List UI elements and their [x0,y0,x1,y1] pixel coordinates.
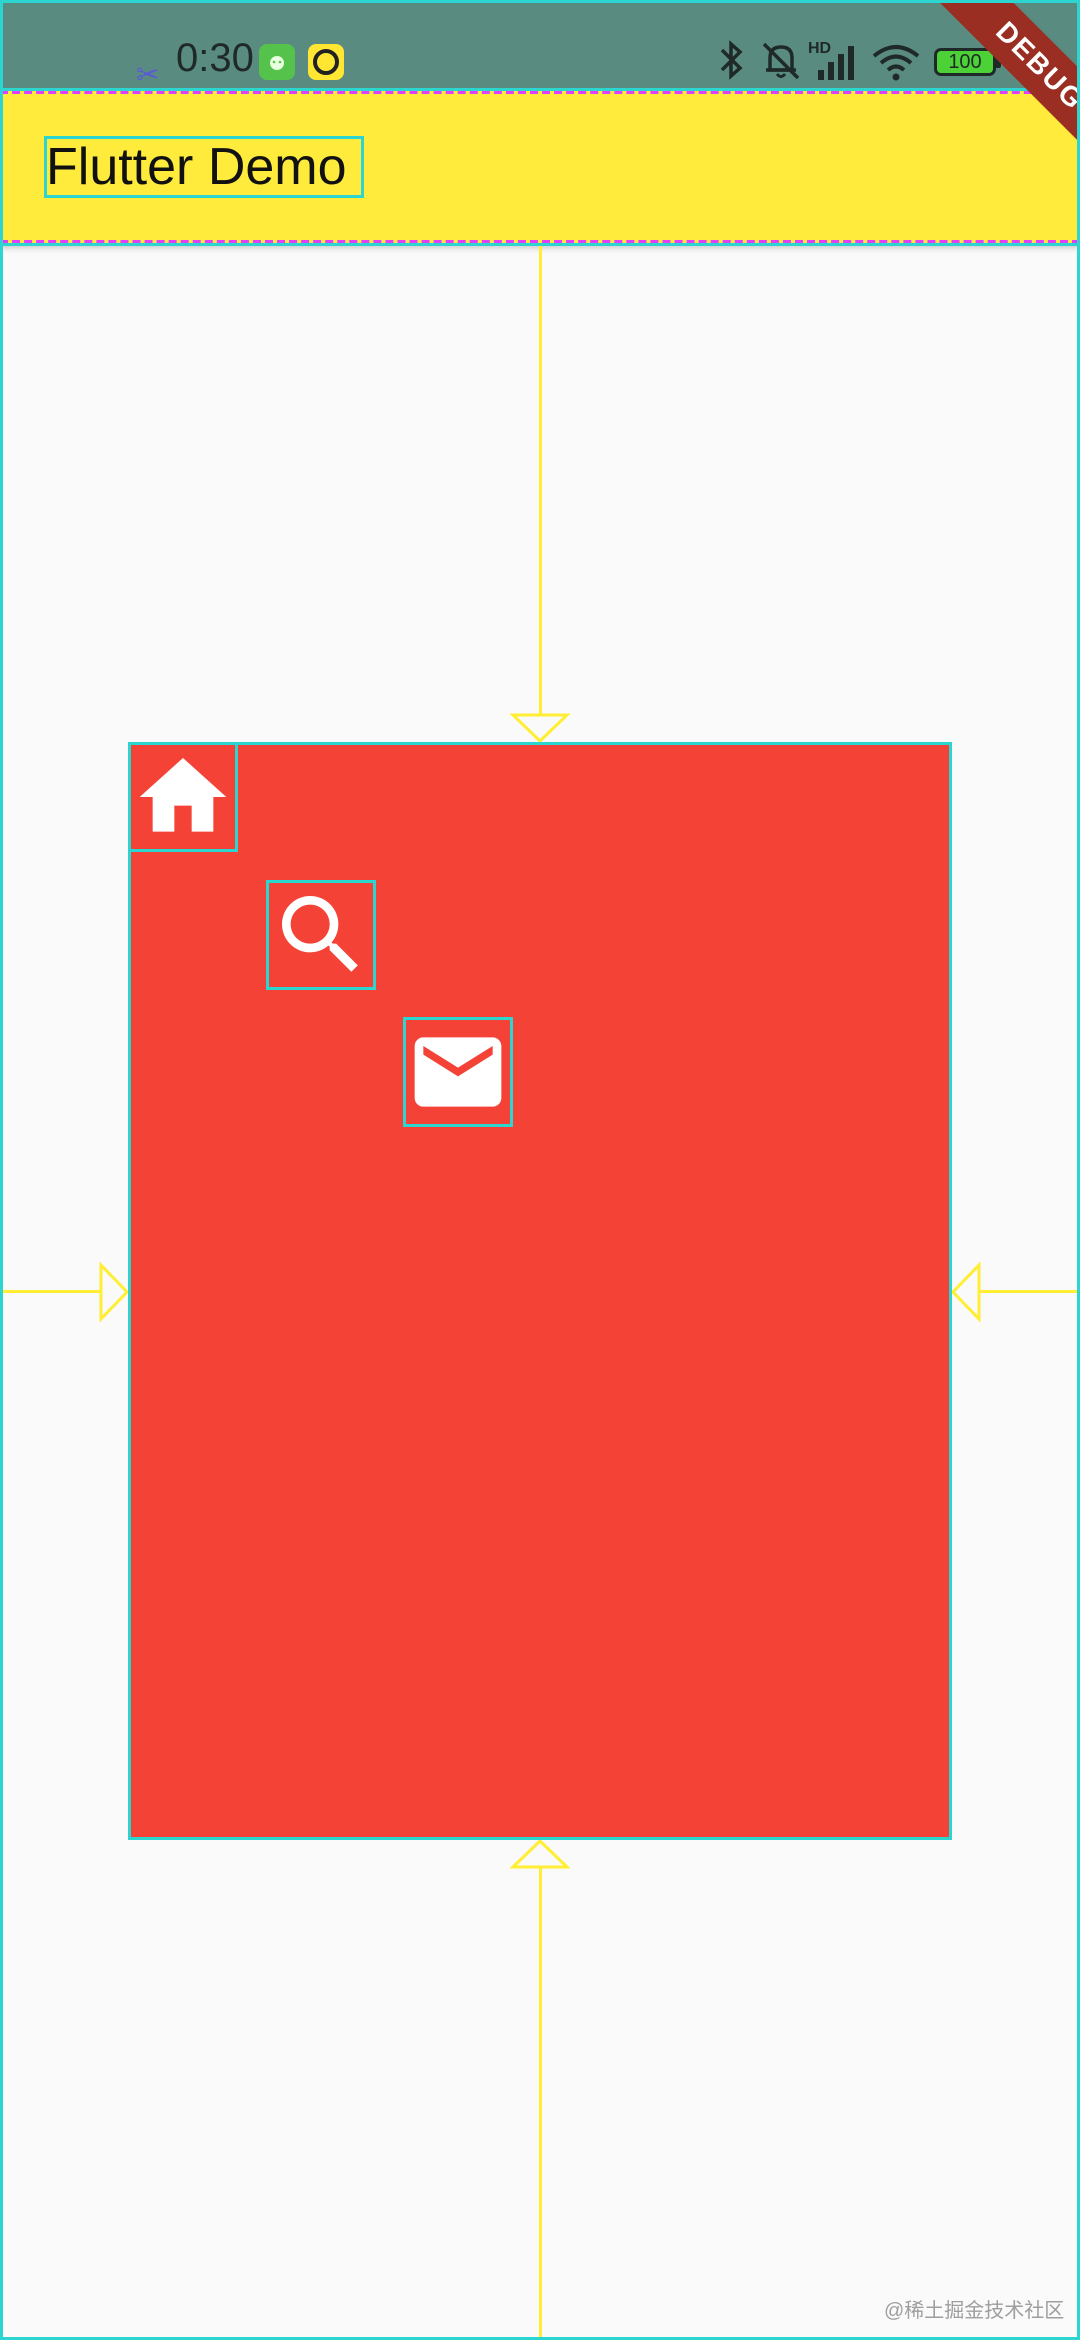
watermark: @稀土掘金技术社区 [884,2300,1065,2322]
screen-debug-outline [0,0,1080,2340]
